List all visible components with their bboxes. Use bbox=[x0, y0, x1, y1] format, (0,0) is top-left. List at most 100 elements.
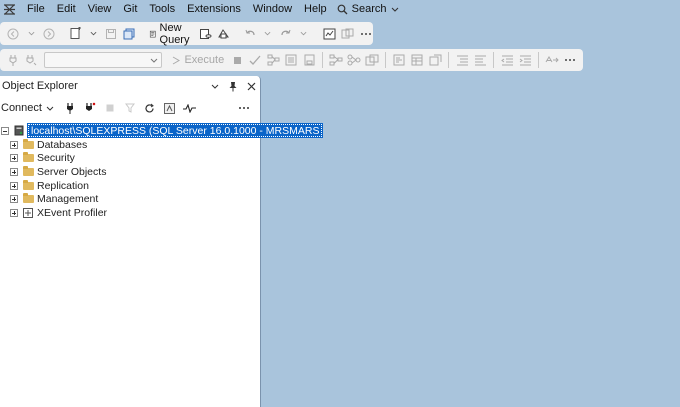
server-icon bbox=[14, 125, 24, 136]
search-icon bbox=[337, 4, 348, 15]
expand-icon[interactable] bbox=[10, 195, 18, 204]
decrease-indent-icon[interactable] bbox=[500, 51, 514, 69]
ssms-logo-icon[interactable] bbox=[2, 3, 16, 17]
object-explorer-title: Object Explorer bbox=[2, 80, 78, 92]
query-options-icon[interactable] bbox=[284, 51, 298, 69]
tree-node-label: XEvent Profiler bbox=[37, 206, 108, 219]
collapse-icon[interactable] bbox=[1, 126, 9, 135]
new-query-icon bbox=[149, 30, 156, 37]
undo-icon[interactable] bbox=[243, 25, 257, 43]
template-explorer-icon[interactable] bbox=[341, 25, 355, 43]
tree-node-databases[interactable]: Databases bbox=[0, 138, 260, 152]
tree-node-label: Management bbox=[37, 193, 99, 206]
database-engine-query-icon[interactable] bbox=[199, 25, 213, 43]
sql-editor-toolbar: Execute bbox=[0, 49, 583, 71]
object-explorer-tree: localhost\SQLEXPRESS (SQL Server 16.0.10… bbox=[0, 123, 324, 220]
folder-icon bbox=[22, 165, 34, 177]
chevron-down-icon bbox=[151, 58, 158, 63]
toolbar-separator bbox=[385, 52, 387, 68]
increase-indent-icon[interactable] bbox=[518, 51, 532, 69]
connect-plug-icon[interactable] bbox=[6, 51, 20, 69]
menu-extensions[interactable]: Extensions bbox=[181, 0, 247, 19]
search-menu[interactable]: Search bbox=[333, 0, 405, 19]
menu-edit[interactable]: Edit bbox=[51, 0, 82, 19]
expand-icon[interactable] bbox=[10, 140, 18, 149]
expand-icon[interactable] bbox=[10, 208, 18, 217]
tree-node-server[interactable]: localhost\SQLEXPRESS (SQL Server 16.0.10… bbox=[0, 123, 324, 139]
save-all-icon[interactable] bbox=[122, 25, 136, 43]
toolbar-separator bbox=[448, 52, 450, 68]
standard-toolbar: New Query bbox=[0, 22, 373, 46]
toolbar-separator bbox=[493, 52, 495, 68]
pin-icon[interactable] bbox=[224, 81, 242, 92]
redo-dropdown-icon[interactable] bbox=[297, 25, 311, 43]
stop-icon[interactable] bbox=[100, 99, 120, 117]
results-to-file-icon[interactable] bbox=[428, 51, 442, 69]
menu-view[interactable]: View bbox=[82, 0, 118, 19]
display-estimated-plan-icon[interactable] bbox=[266, 51, 280, 69]
live-query-stats-icon[interactable] bbox=[347, 51, 361, 69]
intellisense-icon[interactable] bbox=[302, 51, 316, 69]
tree-node-management[interactable]: Management bbox=[0, 192, 260, 206]
redo-icon[interactable] bbox=[279, 25, 293, 43]
search-label: Search bbox=[351, 3, 387, 15]
window-position-dropdown-icon[interactable] bbox=[206, 84, 224, 89]
menu-window[interactable]: Window bbox=[247, 0, 298, 19]
menu-git[interactable]: Git bbox=[117, 0, 143, 19]
connect-object-explorer-icon[interactable] bbox=[60, 99, 80, 117]
forward-icon[interactable] bbox=[42, 25, 56, 43]
connect-label: Connect bbox=[1, 102, 42, 114]
toolbar-separator bbox=[322, 52, 324, 68]
folder-icon bbox=[22, 193, 34, 204]
back-icon[interactable] bbox=[6, 25, 20, 43]
disconnect-icon[interactable] bbox=[80, 99, 100, 117]
activity-monitor-icon[interactable] bbox=[180, 99, 200, 117]
refresh-icon[interactable] bbox=[140, 99, 160, 117]
menu-file[interactable]: File bbox=[21, 0, 51, 19]
tree-node-replication[interactable]: Replication bbox=[0, 179, 260, 193]
back-dropdown-icon[interactable] bbox=[24, 25, 38, 43]
tree-node-xevent-profiler[interactable]: XEvent Profiler bbox=[0, 206, 260, 220]
available-databases-combo[interactable] bbox=[44, 52, 163, 68]
more-options-icon[interactable] bbox=[234, 99, 254, 117]
parse-checkmark-icon[interactable] bbox=[248, 51, 262, 69]
expand-icon[interactable] bbox=[10, 181, 18, 190]
change-connection-icon[interactable] bbox=[24, 51, 38, 69]
more-options-icon[interactable] bbox=[563, 51, 577, 69]
folder-icon bbox=[22, 179, 34, 191]
comment-out-icon[interactable] bbox=[455, 51, 469, 69]
more-options-icon[interactable] bbox=[359, 25, 373, 43]
include-actual-plan-icon[interactable] bbox=[329, 51, 343, 69]
client-statistics-icon[interactable] bbox=[365, 51, 379, 69]
chevron-down-icon bbox=[391, 7, 398, 12]
expand-icon[interactable] bbox=[10, 167, 18, 176]
menu-bar: File Edit View Git Tools Extensions Wind… bbox=[0, 0, 680, 19]
object-explorer-toolbar: Connect bbox=[0, 97, 260, 119]
tree-node-server-objects[interactable]: Server Objects bbox=[0, 165, 260, 179]
execute-button[interactable]: Execute bbox=[172, 54, 224, 66]
save-icon[interactable] bbox=[104, 25, 118, 43]
activity-monitor-icon[interactable] bbox=[323, 25, 337, 43]
new-query-button[interactable]: New Query bbox=[146, 22, 197, 46]
server-node-label: localhost\SQLEXPRESS (SQL Server 16.0.10… bbox=[26, 123, 324, 139]
filter-icon[interactable] bbox=[120, 99, 140, 117]
new-project-icon[interactable] bbox=[68, 25, 82, 43]
stop-icon[interactable] bbox=[230, 51, 244, 69]
specify-template-parameters-icon[interactable] bbox=[545, 51, 559, 69]
new-project-dropdown-icon[interactable] bbox=[86, 25, 100, 43]
tree-node-security[interactable]: Security bbox=[0, 151, 260, 165]
xevent-icon bbox=[22, 207, 34, 218]
play-icon bbox=[173, 56, 181, 64]
close-icon[interactable] bbox=[242, 82, 260, 91]
menu-help[interactable]: Help bbox=[298, 0, 333, 19]
analysis-query-icon[interactable] bbox=[217, 25, 231, 43]
menu-tools[interactable]: Tools bbox=[143, 0, 181, 19]
results-to-grid-icon[interactable] bbox=[410, 51, 424, 69]
expand-icon[interactable] bbox=[10, 154, 18, 163]
tree-node-label: Databases bbox=[37, 138, 88, 151]
undo-dropdown-icon[interactable] bbox=[261, 25, 275, 43]
connect-dropdown-button[interactable]: Connect bbox=[1, 102, 54, 114]
results-to-text-icon[interactable] bbox=[392, 51, 406, 69]
summary-icon[interactable] bbox=[160, 99, 180, 117]
uncomment-icon[interactable] bbox=[473, 51, 487, 69]
